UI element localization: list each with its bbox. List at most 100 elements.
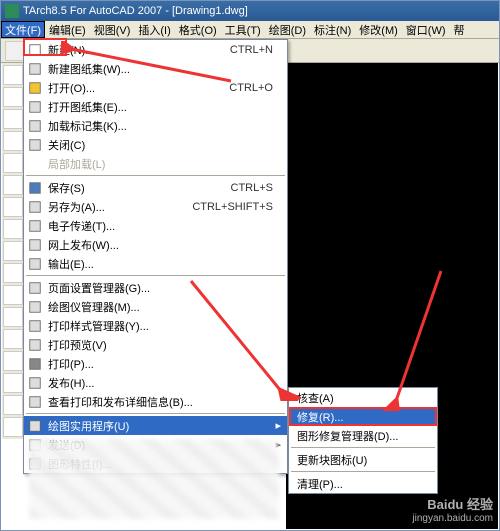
menu-item[interactable]: 页面设置管理器(G)... [24,278,287,297]
menu-item-label: 打开(O)... [48,80,229,96]
submenu-item-label: 修复(R)... [297,409,343,425]
menu-view[interactable]: 视图(V) [90,21,135,38]
submenu-item-label: 核查(A) [297,390,334,406]
menu-window[interactable]: 窗口(W) [402,21,450,38]
menu-item-label: 打开图纸集(E)... [48,99,273,115]
menu-item[interactable]: 另存为(A)...CTRL+SHIFT+S [24,197,287,216]
menu-item[interactable]: 打开(O)...CTRL+O [24,78,287,97]
menu-item-label: 另存为(A)... [48,199,192,215]
menu-separator [26,413,285,414]
page-icon [26,280,44,296]
side-tool-button[interactable] [3,175,23,195]
menu-item[interactable]: 打印(P)... [24,354,287,373]
side-tool-button[interactable] [3,131,23,151]
menu-item[interactable]: 打印预览(V) [24,335,287,354]
menu-item[interactable]: 网上发布(W)... [24,235,287,254]
menu-item[interactable]: 新建图纸集(W)... [24,59,287,78]
menu-insert[interactable]: 插入(I) [134,21,174,38]
submenu-item[interactable]: 更新块图标(U) [289,450,437,469]
submenu-item-label: 清理(P)... [297,476,343,492]
save-icon [26,180,44,196]
side-tool-button[interactable] [3,197,23,217]
side-tool-button[interactable] [3,307,23,327]
menu-item-label: 绘图仪管理器(M)... [48,299,273,315]
menu-edit[interactable]: 编辑(E) [45,21,90,38]
print-icon [26,356,44,372]
app-icon [5,4,19,18]
menu-item-shortcut: CTRL+N [230,44,273,56]
etransmit-icon [26,218,44,234]
watermark: Baidu 经验 jingyan.baidu.com [412,494,493,524]
menu-item-label: 网上发布(W)... [48,237,273,253]
file-dropdown-menu: 新建(N)...CTRL+N新建图纸集(W)...打开(O)...CTRL+O打… [23,39,288,474]
menu-item-label: 输出(E)... [48,256,273,272]
menu-bar: 文件(F) 编辑(E) 视图(V) 插入(I) 格式(O) 工具(T) 绘图(D… [1,21,499,39]
menu-draw[interactable]: 绘图(D) [265,21,310,38]
side-tool-button[interactable] [3,263,23,283]
side-tool-button[interactable] [3,417,23,437]
menu-separator [26,175,285,176]
open-sheet-icon [26,99,44,115]
menu-item-label: 绘图实用程序(U) [48,418,273,434]
publish-icon [26,375,44,391]
side-tool-button[interactable] [3,219,23,239]
menu-item-label: 电子传递(T)... [48,218,273,234]
menu-item[interactable]: 绘图实用程序(U)▸ [24,416,287,435]
saveas-icon [26,199,44,215]
menu-item[interactable]: 输出(E)... [24,254,287,273]
tool-button[interactable] [5,41,25,61]
menu-item[interactable]: 新建(N)...CTRL+N [24,40,287,59]
menu-item[interactable]: 绘图仪管理器(M)... [24,297,287,316]
menu-file[interactable]: 文件(F) [1,21,45,38]
menu-separator [291,447,435,448]
submenu-item[interactable]: 图形修复管理器(D)... [289,426,437,445]
menu-format[interactable]: 格式(O) [175,21,221,38]
menu-item[interactable]: 打印样式管理器(Y)... [24,316,287,335]
menu-item[interactable]: 保存(S)CTRL+S [24,178,287,197]
side-tool-button[interactable] [3,373,23,393]
side-tool-button[interactable] [3,153,23,173]
menu-item[interactable]: 电子传递(T)... [24,216,287,235]
close-icon [26,137,44,153]
menu-tools[interactable]: 工具(T) [221,21,265,38]
menu-item-shortcut: CTRL+SHIFT+S [192,201,273,213]
menu-item-label: 打印预览(V) [48,337,273,353]
side-tool-button[interactable] [3,87,23,107]
side-tool-button[interactable] [3,65,23,85]
menu-item[interactable]: 打开图纸集(E)... [24,97,287,116]
menu-item[interactable]: 查看打印和发布详细信息(B)... [24,392,287,411]
menu-dim[interactable]: 标注(N) [310,21,355,38]
side-tool-button[interactable] [3,241,23,261]
menu-item-label: 关闭(C) [48,137,273,153]
submenu-item-label: 更新块图标(U) [297,452,367,468]
blank-icon [26,156,44,172]
new-icon [26,42,44,58]
menu-help[interactable]: 帮 [450,21,469,38]
menu-item-shortcut: CTRL+S [231,182,274,194]
menu-item: 局部加载(L) [24,154,287,173]
blurred-region [29,439,279,519]
side-tool-button[interactable] [3,395,23,415]
submenu-item[interactable]: 核查(A) [289,388,437,407]
utilities-submenu: 核查(A) 修复(R)... 图形修复管理器(D)... 更新块图标(U) 清理(P).… [288,387,438,494]
menu-item[interactable]: 加载标记集(K)... [24,116,287,135]
side-tool-button[interactable] [3,351,23,371]
submenu-item[interactable]: 清理(P)... [289,474,437,493]
side-toolbar [2,63,24,439]
submenu-item[interactable]: 修复(R)... [289,407,437,426]
menu-item[interactable]: 关闭(C) [24,135,287,154]
details-icon [26,394,44,410]
submenu-item-label: 图形修复管理器(D)... [297,428,398,444]
menu-item-label: 发布(H)... [48,375,273,391]
side-tool-button[interactable] [3,285,23,305]
side-tool-button[interactable] [3,109,23,129]
menu-item-label: 加载标记集(K)... [48,118,273,134]
menu-item[interactable]: 发布(H)... [24,373,287,392]
web-icon [26,237,44,253]
side-tool-button[interactable] [3,329,23,349]
menu-modify[interactable]: 修改(M) [355,21,402,38]
sheetset-icon [26,61,44,77]
menu-item-label: 保存(S) [48,180,231,196]
menu-separator [26,275,285,276]
window-title: TArch8.5 For AutoCAD 2007 - [Drawing1.dw… [23,1,248,21]
